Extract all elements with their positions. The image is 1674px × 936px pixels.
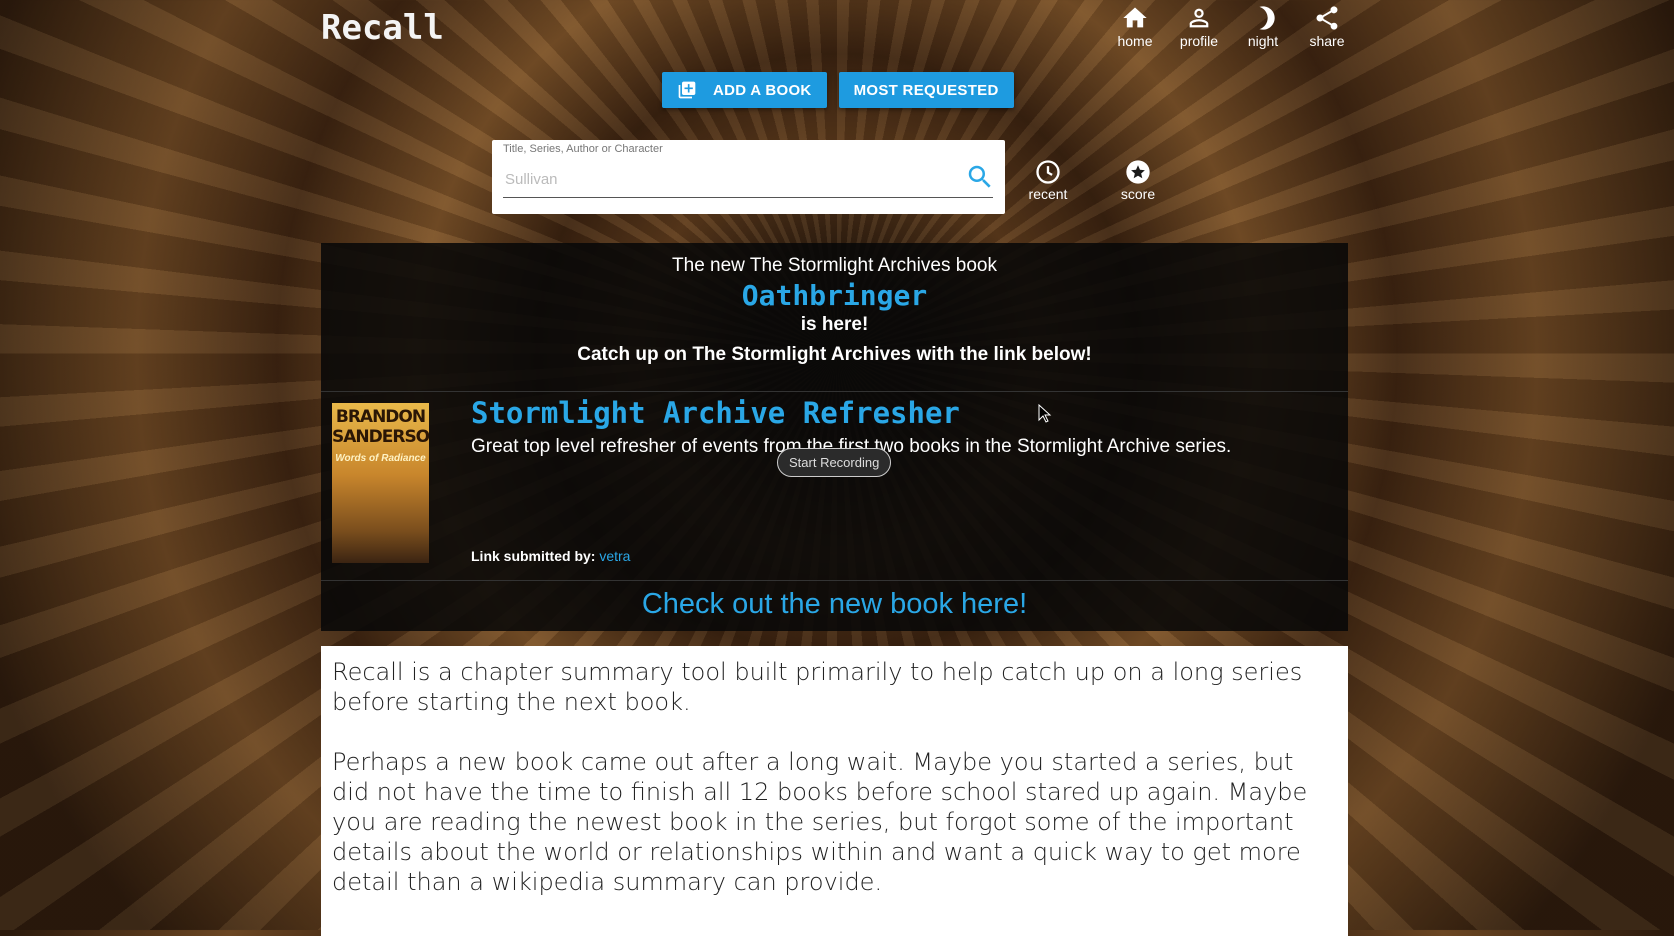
nav-home[interactable]: home [1114,4,1156,49]
about-paragraph-2: Perhaps a new book came out after a long… [332,748,1308,896]
star-circle-icon [1126,160,1150,184]
start-recording-button[interactable]: Start Recording [777,448,892,477]
home-icon [1123,7,1147,28]
nav-label: night [1247,33,1279,49]
action-buttons: ADD A BOOK MOST REQUESTED [662,72,1014,108]
person-icon [1189,8,1209,28]
recent-label: recent [1028,186,1068,202]
add-book-button[interactable]: ADD A BOOK [662,72,827,108]
about-paragraph-1: Recall is a chapter summary tool built p… [332,658,1303,716]
search-box: Title, Series, Author or Character [492,140,1005,214]
share-icon [1316,6,1338,30]
mouse-cursor-icon [1038,404,1052,423]
search-label: Title, Series, Author or Character [503,143,663,155]
nav-night[interactable]: night [1242,4,1284,49]
nav-profile[interactable]: profile [1178,4,1220,49]
announcement-catch-up: Catch up on The Stormlight Archives with… [577,344,1092,365]
add-book-label: ADD A BOOK [713,81,812,99]
most-requested-button[interactable]: MOST REQUESTED [838,72,1014,108]
most-requested-label: MOST REQUESTED [853,81,999,99]
recent-button[interactable]: recent [1023,158,1073,202]
announcement-book-title[interactable]: Oathbringer [321,279,1348,312]
announcement-is-here: is here! [800,314,869,335]
nav-label: profile [1179,33,1219,49]
score-button[interactable]: score [1113,158,1163,202]
book-cover[interactable]: BRANDON SANDERSON Words of Radiance [332,403,429,563]
cover-author: BRANDON SANDERSON [332,407,429,447]
search-underline [503,197,993,198]
search-tools: recent score [1023,158,1163,202]
cover-title: Words of Radiance [335,453,426,464]
top-nav: home profile night share [1114,4,1348,49]
nav-label: share [1309,33,1345,49]
submitted-by: Link submitted by: vetra [471,548,630,564]
about-section: Recall is a chapter summary tool built p… [321,646,1348,936]
new-book-link[interactable]: Check out the new book here! [321,581,1348,621]
refresher-card[interactable]: BRANDON SANDERSON Words of Radiance Stor… [321,392,1348,581]
search-input[interactable] [503,164,947,194]
clock-icon [1036,160,1060,184]
announcement-header: The new The Stormlight Archives book Oat… [321,243,1348,392]
search-icon[interactable] [965,162,995,192]
nav-label: home [1117,33,1153,49]
submitter-link[interactable]: vetra [599,548,630,564]
announcement-panel: The new The Stormlight Archives book Oat… [321,243,1348,631]
announcement-intro: The new The Stormlight Archives book [672,255,997,276]
app-logo[interactable]: Recall [321,8,444,48]
card-title[interactable]: Stormlight Archive Refresher [471,396,960,430]
moon-icon [1259,6,1275,30]
score-label: score [1120,186,1156,202]
nav-share[interactable]: share [1306,4,1348,49]
library-add-icon [678,81,696,99]
submitted-label: Link submitted by: [471,548,596,564]
